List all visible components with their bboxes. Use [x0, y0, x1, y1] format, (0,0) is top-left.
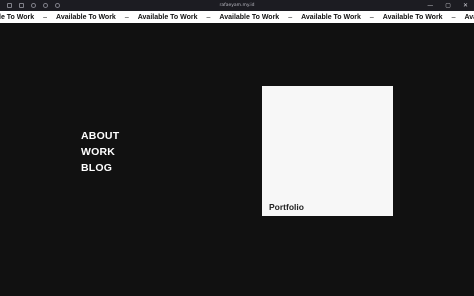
marquee-item: le To Work: [0, 13, 35, 21]
window-controls: — ▢ ✕: [427, 0, 468, 11]
nav-blog-link[interactable]: BLOG: [81, 162, 119, 175]
marquee-item: Available To Work: [382, 13, 443, 21]
nav-work-link[interactable]: WORK: [81, 146, 119, 159]
portfolio-card[interactable]: Portfolio: [262, 86, 393, 216]
marquee-separator: –: [369, 13, 374, 21]
toolbar-icons: [0, 3, 60, 8]
marquee-separator: –: [451, 13, 456, 21]
marquee-track: le To Work – Available To Work – Available T…: [0, 14, 474, 21]
availability-marquee: le To Work – Available To Work – Available T…: [0, 11, 474, 23]
marquee-item: Available To Work: [56, 13, 116, 21]
marquee-item: Available To Work: [464, 13, 474, 21]
marquee-separator: –: [43, 13, 48, 21]
close-button[interactable]: ✕: [463, 0, 468, 11]
minimize-button[interactable]: —: [427, 0, 433, 11]
marquee-item: Available To Work: [219, 13, 280, 21]
browser-toolbar: rafaeyam.my.id — ▢ ✕: [0, 0, 474, 11]
marquee-separator: –: [124, 13, 129, 21]
nav-about-link[interactable]: ABOUT: [81, 130, 119, 143]
main-nav: ABOUT WORK BLOG: [81, 130, 119, 175]
portfolio-card-label: Portfolio: [269, 202, 304, 212]
reload-icon[interactable]: [55, 3, 60, 8]
marquee-item: Available To Work: [301, 13, 361, 21]
maximize-button[interactable]: ▢: [445, 0, 451, 11]
back-icon[interactable]: [31, 3, 36, 8]
url-text: rafaeyam.my.id: [219, 3, 255, 8]
tabs-icon[interactable]: [19, 3, 24, 8]
address-bar[interactable]: rafaeyam.my.id: [220, 1, 255, 10]
sidebar-icon[interactable]: [7, 3, 12, 8]
marquee-separator: –: [288, 13, 293, 21]
forward-icon[interactable]: [43, 3, 48, 8]
marquee-separator: –: [206, 13, 211, 21]
marquee-item: Available To Work: [137, 13, 198, 21]
